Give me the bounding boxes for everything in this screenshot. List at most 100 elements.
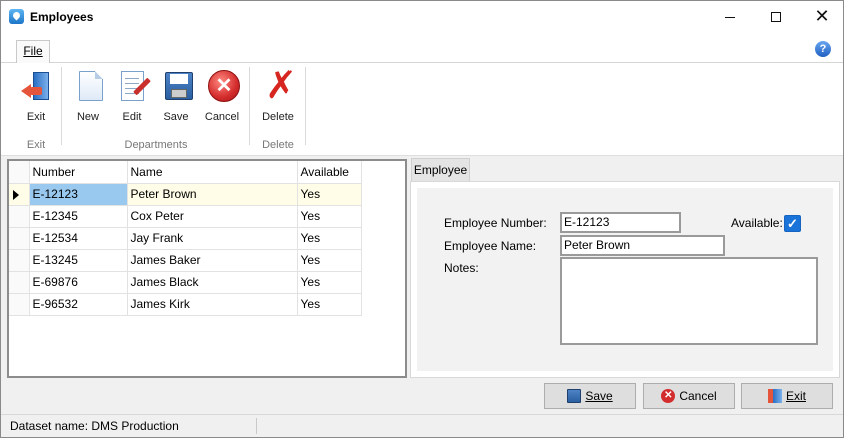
cell-available[interactable]: Yes	[297, 183, 362, 206]
exit-button-label: Exit	[785, 389, 806, 403]
cell-name[interactable]: Cox Peter	[127, 205, 298, 228]
cell-available[interactable]: Yes	[297, 227, 362, 250]
cell-name[interactable]: Peter Brown	[127, 183, 298, 206]
row-indicator[interactable]	[9, 249, 30, 272]
minimize-button[interactable]	[707, 1, 753, 34]
employee-name-field[interactable]: Peter Brown	[560, 235, 725, 256]
cell-number[interactable]: E-96532	[29, 293, 128, 316]
delete-ribbon-button[interactable]: ✗ Delete	[256, 63, 300, 127]
cell-available[interactable]: Yes	[297, 205, 362, 228]
app-icon	[9, 9, 24, 24]
cell-name[interactable]: Jay Frank	[127, 227, 298, 250]
window-title: Employees	[30, 10, 94, 24]
cancel-ribbon-label: Cancel	[204, 111, 240, 123]
table-row[interactable]: E-12345 Cox Peter Yes	[9, 205, 362, 228]
close-button[interactable]: ✕	[799, 1, 844, 34]
group-separator	[249, 67, 250, 145]
group-separator	[305, 67, 306, 145]
cell-number[interactable]: E-13245	[29, 249, 128, 272]
employee-name-label: Employee Name:	[444, 239, 537, 253]
cell-number[interactable]: E-12534	[29, 227, 128, 250]
cancel-circle-icon: ✕	[661, 388, 676, 403]
cell-available[interactable]: Yes	[297, 271, 362, 294]
cell-available[interactable]: Yes	[297, 249, 362, 272]
save-ribbon-button[interactable]: Save	[154, 67, 198, 127]
table-row[interactable]: E-12534 Jay Frank Yes	[9, 227, 362, 250]
available-label: Available:	[731, 216, 783, 230]
title-bar: Employees ✕	[1, 1, 843, 34]
column-header-number[interactable]: Number	[29, 161, 128, 184]
exit-ribbon-label: Exit	[26, 111, 46, 123]
floppy-disk-icon	[160, 69, 194, 103]
ribbon-tab-bar: File ?	[1, 34, 843, 63]
table-row[interactable]: E-12123 Peter Brown Yes	[9, 183, 362, 206]
dataset-name-status: Dataset name: DMS Production	[10, 419, 179, 433]
cancel-button-label: Cancel	[679, 389, 717, 403]
save-button[interactable]: Save	[544, 383, 636, 409]
table-row[interactable]: E-96532 James Kirk Yes	[9, 293, 362, 316]
table-row[interactable]: E-69876 James Black Yes	[9, 271, 362, 294]
notes-label: Notes:	[444, 261, 479, 275]
row-indicator-header	[9, 161, 30, 184]
cell-number[interactable]: E-12123	[29, 183, 128, 206]
column-header-available[interactable]: Available	[297, 161, 362, 184]
delete-x-icon: ✗	[265, 63, 297, 107]
cell-name[interactable]: James Black	[127, 271, 298, 294]
table-body: E-12123 Peter Brown Yes E-12345 Cox Peter Yes…	[9, 183, 362, 316]
save-button-label: Save	[585, 389, 613, 403]
edit-ribbon-label: Edit	[122, 111, 142, 123]
cancel-button[interactable]: ✕ Cancel	[643, 383, 735, 409]
save-ribbon-label: Save	[163, 111, 189, 123]
group-separator	[61, 67, 62, 145]
cell-available[interactable]: Yes	[297, 293, 362, 316]
status-separator	[256, 418, 257, 434]
current-row-arrow-icon	[13, 189, 19, 200]
row-indicator[interactable]	[9, 183, 30, 206]
tab-file[interactable]: File	[16, 40, 50, 63]
new-ribbon-label: New	[76, 111, 99, 123]
employee-number-label: Employee Number:	[444, 216, 547, 230]
help-icon[interactable]: ?	[815, 41, 831, 57]
exit-ribbon-button[interactable]: Exit	[14, 67, 58, 127]
row-indicator[interactable]	[9, 205, 30, 228]
cell-name[interactable]: James Baker	[127, 249, 298, 272]
status-bar: Dataset name: DMS Production	[1, 414, 843, 437]
cancel-ribbon-button[interactable]: ✕ Cancel	[200, 67, 244, 127]
row-indicator[interactable]	[9, 293, 30, 316]
available-checkbox[interactable]: ✓	[784, 215, 801, 232]
employee-number-field[interactable]: E-12123	[560, 212, 681, 233]
edit-document-icon	[116, 69, 151, 103]
group-label-delete: Delete	[262, 139, 294, 151]
cell-number[interactable]: E-69876	[29, 271, 128, 294]
exit-button[interactable]: Exit	[741, 383, 833, 409]
maximize-icon	[771, 12, 781, 23]
employee-detail-form: Employee Number: E-12123 Available: ✓ Em…	[417, 188, 833, 371]
edit-ribbon-button[interactable]: Edit	[110, 67, 154, 127]
exit-door-icon	[20, 69, 54, 103]
employee-table: Number Name Available E-12123 Peter Brown…	[9, 161, 362, 316]
cell-number[interactable]: E-12345	[29, 205, 128, 228]
new-document-icon	[72, 69, 106, 103]
row-indicator[interactable]	[9, 271, 30, 294]
delete-ribbon-label: Delete	[262, 111, 294, 123]
floppy-disk-icon	[567, 388, 582, 403]
row-indicator[interactable]	[9, 227, 30, 250]
group-label-exit: Exit	[26, 139, 46, 151]
cancel-circle-icon: ✕	[206, 69, 240, 103]
employee-grid[interactable]: Number Name Available E-12123 Peter Brown…	[7, 159, 407, 378]
tab-employee[interactable]: Employee	[411, 158, 470, 182]
cell-name[interactable]: James Kirk	[127, 293, 298, 316]
ribbon: Exit Exit New Edit Save ✕ Cancel Departm…	[1, 63, 843, 156]
new-ribbon-button[interactable]: New	[66, 67, 110, 127]
tab-file-label: File	[23, 44, 43, 58]
maximize-button[interactable]	[753, 1, 799, 34]
exit-door-icon	[767, 388, 782, 403]
table-header-row: Number Name Available	[9, 161, 362, 184]
employee-detail-panel: Employee Number: E-12123 Available: ✓ Em…	[410, 181, 840, 378]
table-row[interactable]: E-13245 James Baker Yes	[9, 249, 362, 272]
employees-window: Employees ✕ File ? Exit Exit New Edit Sa…	[0, 0, 844, 438]
column-header-name[interactable]: Name	[127, 161, 298, 184]
group-label-departments: Departments	[124, 139, 188, 151]
notes-textarea[interactable]	[560, 257, 818, 345]
minimize-icon	[725, 16, 735, 18]
